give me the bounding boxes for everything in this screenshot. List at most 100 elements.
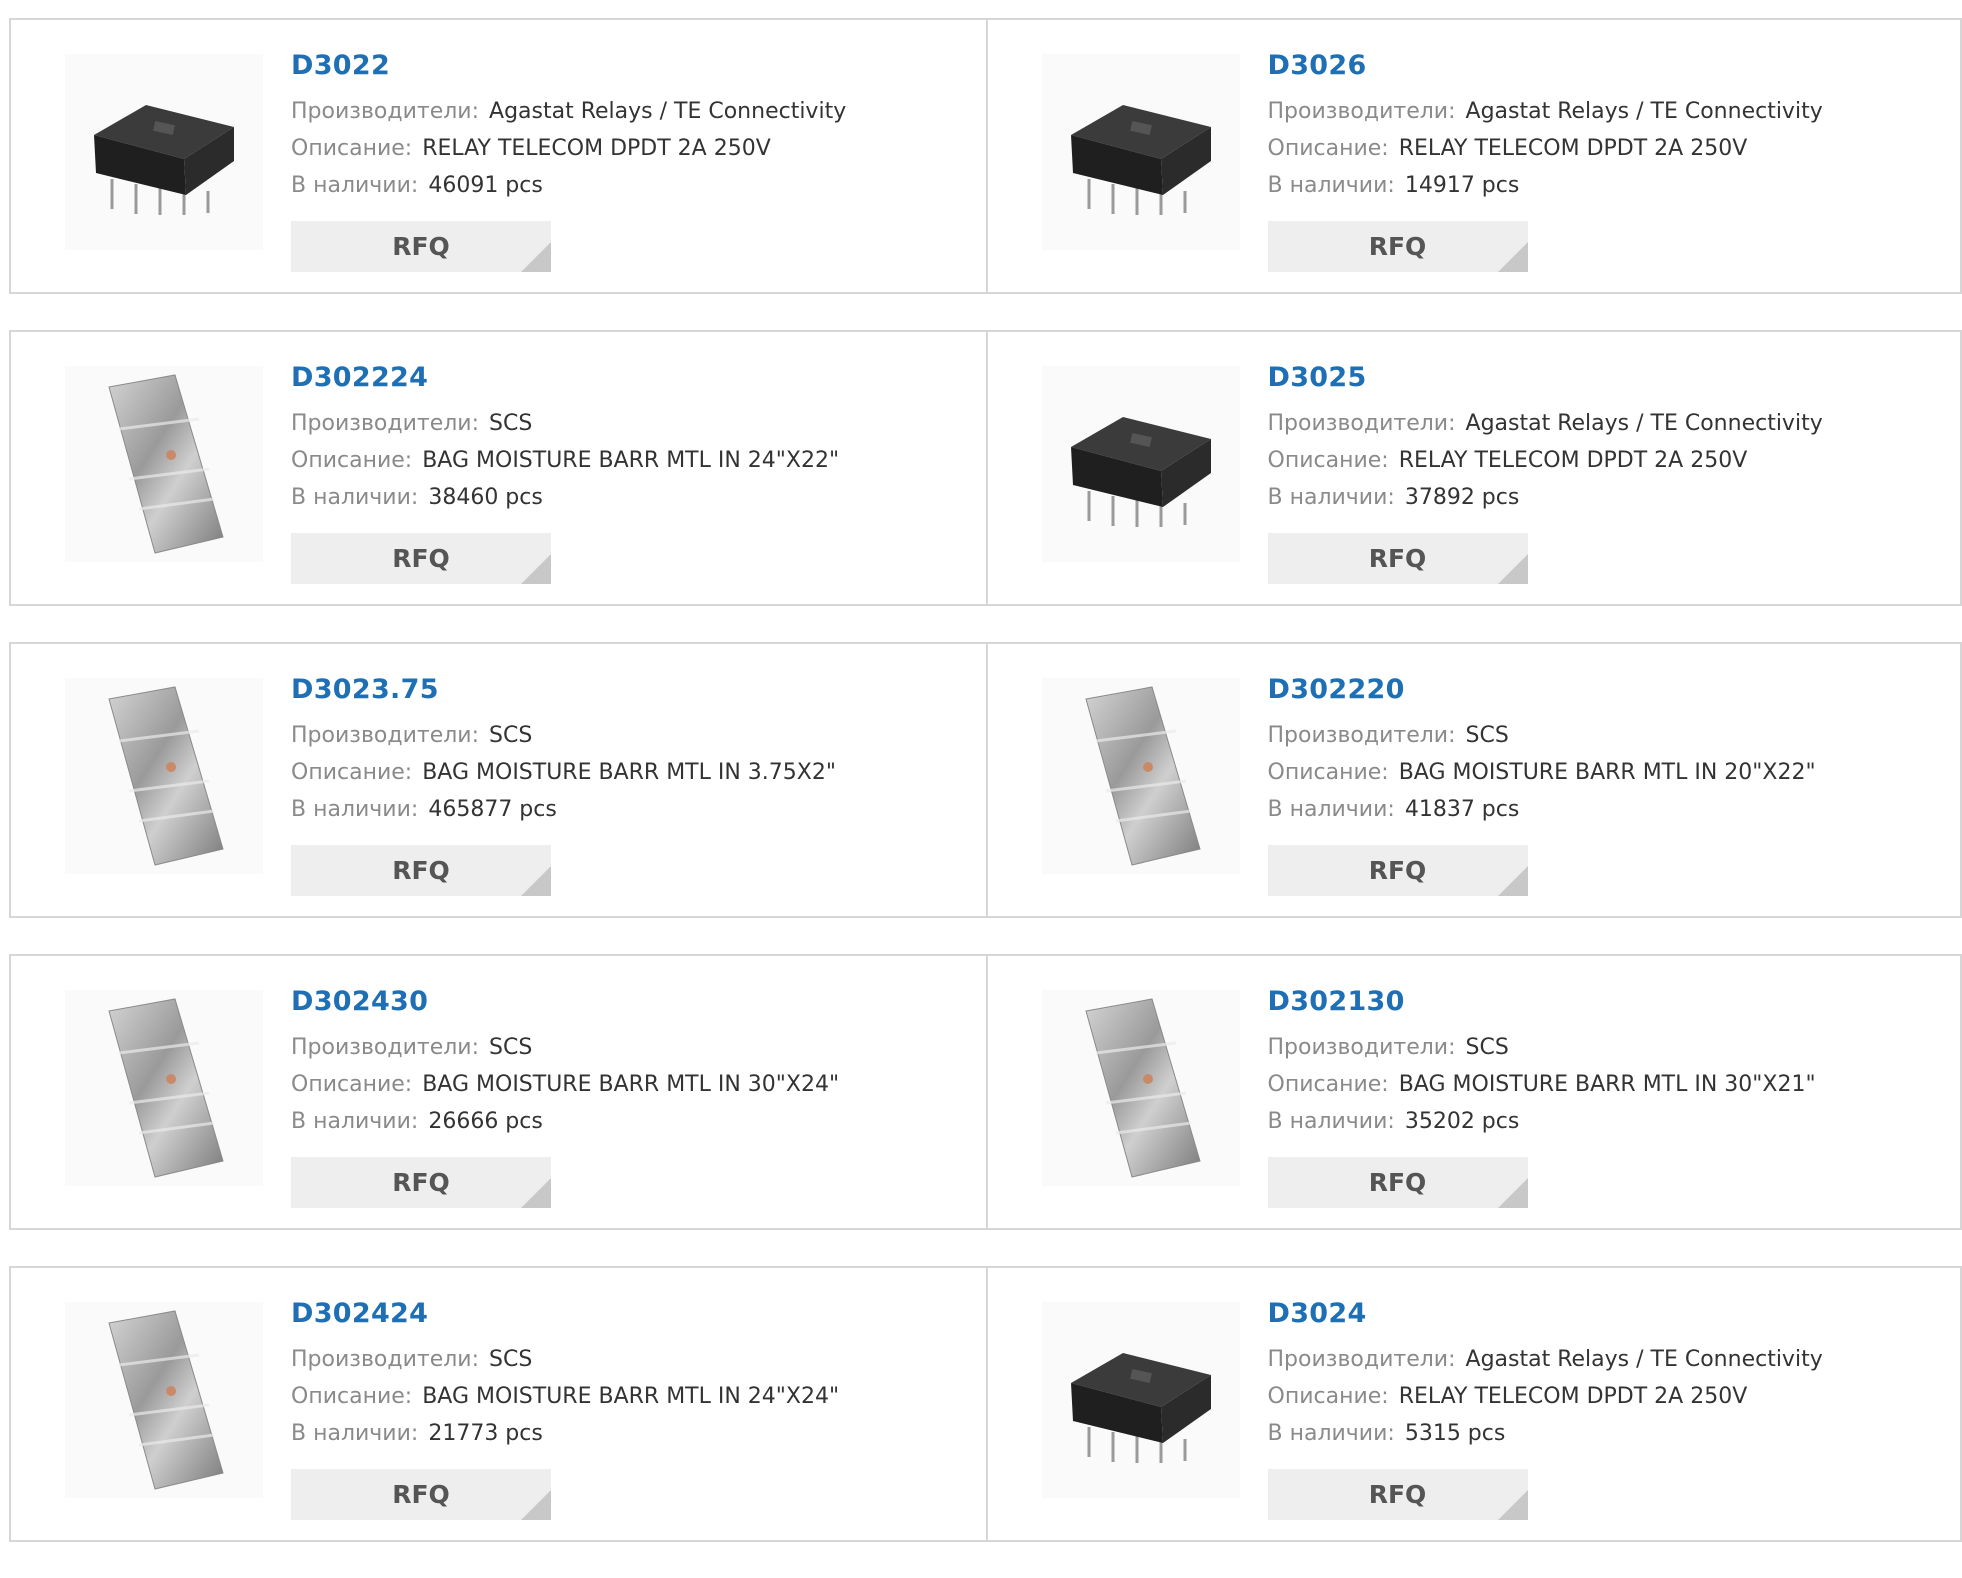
description-line: Описание: BAG MOISTURE BARR MTL IN 20"X22…	[1268, 754, 1941, 791]
part-number-link[interactable]: D3024	[1268, 1298, 1367, 1329]
relay-icon	[1070, 1353, 1211, 1463]
stock-label: В наличии:	[291, 797, 419, 822]
manufacturer-label: Производители:	[291, 1347, 480, 1372]
description-value: BAG MOISTURE BARR MTL IN 3.75X2"	[422, 760, 836, 785]
moisture-bag-icon	[1084, 998, 1201, 1178]
stock-line: В наличии: 37892 pcs	[1268, 479, 1941, 516]
corner-triangle-icon	[521, 554, 551, 584]
product-thumbnail[interactable]	[1041, 678, 1240, 874]
product-thumbnail[interactable]	[65, 366, 263, 562]
rfq-label: RFQ	[392, 856, 450, 885]
description-label: Описание:	[291, 1072, 413, 1097]
description-value: RELAY TELECOM DPDT 2A 250V	[1398, 136, 1748, 161]
manufacturer-label: Производители:	[1267, 1347, 1456, 1372]
corner-triangle-icon	[521, 242, 551, 272]
description-label: Описание:	[1267, 1384, 1389, 1409]
corner-triangle-icon	[1497, 554, 1528, 584]
rfq-label: RFQ	[392, 232, 450, 261]
product-thumbnail[interactable]	[1041, 990, 1240, 1186]
manufacturer-value: Agastat Relays / TE Connectivity	[1465, 99, 1823, 124]
corner-triangle-icon	[1497, 1490, 1528, 1520]
description-line: Описание: RELAY TELECOM DPDT 2A 250V	[1268, 130, 1941, 167]
product-card: D302424 Производители: SCS Описание: BAG M…	[11, 1268, 986, 1540]
part-number-link[interactable]: D3023.75	[291, 674, 439, 705]
part-number-link[interactable]: D3022	[291, 50, 390, 81]
stock-label: В наличии:	[1267, 1421, 1395, 1446]
product-info: D302430 Производители: SCS Описание: BAG M…	[291, 986, 966, 1208]
product-thumbnail[interactable]	[65, 990, 263, 1186]
product-card: D302130 Производители: SCS Описание: BAG M…	[985, 956, 1961, 1228]
rfq-button[interactable]: RFQ	[1267, 1469, 1528, 1520]
rfq-button[interactable]: RFQ	[291, 1469, 551, 1520]
description-label: Описание:	[291, 1384, 413, 1409]
stock-label: В наличии:	[291, 1421, 419, 1446]
product-card: D3024 Производители: Agastat Relays / TE …	[985, 1268, 1961, 1540]
product-thumbnail[interactable]	[1041, 366, 1240, 562]
description-value: RELAY TELECOM DPDT 2A 250V	[1398, 448, 1748, 473]
product-thumbnail[interactable]	[1041, 1302, 1240, 1498]
description-line: Описание: BAG MOISTURE BARR MTL IN 24"X24…	[291, 1378, 966, 1415]
manufacturer-value: Agastat Relays / TE Connectivity	[1465, 1347, 1823, 1372]
manufacturer-label: Производители:	[291, 411, 480, 436]
product-thumbnail[interactable]	[65, 1302, 263, 1498]
rfq-button[interactable]: RFQ	[291, 533, 551, 584]
corner-triangle-icon	[1497, 1178, 1528, 1208]
rfq-button[interactable]: RFQ	[291, 845, 551, 896]
product-thumbnail[interactable]	[65, 678, 263, 874]
description-line: Описание: RELAY TELECOM DPDT 2A 250V	[291, 130, 966, 167]
corner-triangle-icon	[1497, 242, 1528, 272]
manufacturer-line: Производители: SCS	[291, 405, 966, 442]
manufacturer-line: Производители: Agastat Relays / TE Connec…	[1268, 405, 1941, 442]
stock-line: В наличии: 41837 pcs	[1268, 791, 1941, 828]
description-value: RELAY TELECOM DPDT 2A 250V	[422, 136, 771, 161]
rfq-button[interactable]: RFQ	[1267, 1157, 1528, 1208]
part-number-link[interactable]: D302224	[291, 362, 428, 393]
description-value: BAG MOISTURE BARR MTL IN 20"X22"	[1398, 760, 1816, 785]
description-line: Описание: BAG MOISTURE BARR MTL IN 30"X21…	[1268, 1066, 1941, 1103]
manufacturer-value: SCS	[489, 411, 533, 436]
product-thumbnail[interactable]	[65, 54, 263, 250]
part-number-link[interactable]: D302424	[291, 1298, 428, 1329]
manufacturer-line: Производители: Agastat Relays / TE Connec…	[1268, 1341, 1941, 1378]
manufacturer-value: SCS	[489, 723, 533, 748]
manufacturer-value: Agastat Relays / TE Connectivity	[1465, 411, 1823, 436]
manufacturer-line: Производители: SCS	[291, 1341, 966, 1378]
part-number-link[interactable]: D302430	[291, 986, 428, 1017]
description-value: BAG MOISTURE BARR MTL IN 30"X24"	[422, 1072, 840, 1097]
stock-line: В наличии: 46091 pcs	[291, 167, 966, 204]
rfq-button[interactable]: RFQ	[1267, 845, 1528, 896]
product-row: D302424 Производители: SCS Описание: BAG M…	[9, 1266, 1962, 1542]
moisture-bag-icon	[108, 686, 224, 866]
product-grid: D3022 Производители: Agastat Relays / TE …	[9, 18, 1962, 1578]
stock-label: В наличии:	[1267, 173, 1395, 198]
rfq-label: RFQ	[1368, 1168, 1427, 1197]
stock-label: В наличии:	[291, 485, 419, 510]
rfq-button[interactable]: RFQ	[1267, 221, 1528, 272]
description-line: Описание: BAG MOISTURE BARR MTL IN 24"X22…	[291, 442, 966, 479]
corner-triangle-icon	[521, 1178, 551, 1208]
manufacturer-label: Производители:	[291, 1035, 480, 1060]
stock-line: В наличии: 21773 pcs	[291, 1415, 966, 1452]
stock-line: В наличии: 35202 pcs	[1268, 1103, 1941, 1140]
stock-value: 37892 pcs	[1404, 485, 1520, 510]
product-card: D3026 Производители: Agastat Relays / TE …	[985, 20, 1961, 292]
part-number-link[interactable]: D3026	[1268, 50, 1367, 81]
part-number-link[interactable]: D302130	[1268, 986, 1405, 1017]
description-label: Описание:	[291, 760, 413, 785]
part-number-link[interactable]: D302220	[1268, 674, 1405, 705]
stock-value: 21773 pcs	[428, 1421, 543, 1446]
rfq-button[interactable]: RFQ	[291, 221, 551, 272]
product-card: D302224 Производители: SCS Описание: BAG M…	[11, 332, 986, 604]
rfq-button[interactable]: RFQ	[1267, 533, 1528, 584]
description-label: Описание:	[291, 136, 413, 161]
manufacturer-line: Производители: SCS	[1268, 1029, 1941, 1066]
part-number-link[interactable]: D3025	[1268, 362, 1367, 393]
stock-label: В наличии:	[291, 1109, 419, 1134]
rfq-button[interactable]: RFQ	[291, 1157, 551, 1208]
manufacturer-label: Производители:	[1267, 723, 1456, 748]
product-thumbnail[interactable]	[1041, 54, 1240, 250]
product-row: D3023.75 Производители: SCS Описание: BAG …	[9, 642, 1962, 918]
manufacturer-line: Производители: SCS	[291, 1029, 966, 1066]
description-value: RELAY TELECOM DPDT 2A 250V	[1398, 1384, 1748, 1409]
stock-label: В наличии:	[1267, 797, 1395, 822]
